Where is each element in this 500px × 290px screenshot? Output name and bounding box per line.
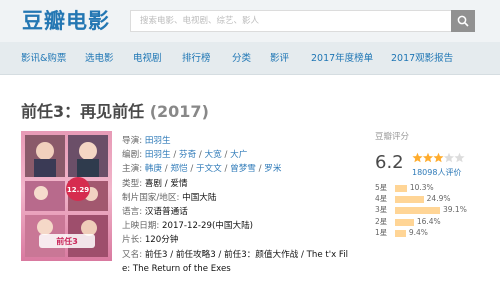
aka-value-continued: e: The Return of the Exes (122, 263, 231, 274)
rating-bar (395, 207, 440, 215)
movie-title: 前任3：再见前任 (21, 102, 145, 121)
writer-link[interactable]: 大广 (230, 150, 247, 160)
main-nav: 影讯&购票 选电影 电视剧 排行榜 分类 影评 2017年度榜单 2017观影报… (0, 42, 500, 75)
rating-star-label: 4星 (375, 194, 388, 204)
runtime-row: 片长: 120分钟 (122, 233, 367, 247)
director-link[interactable]: 田羽生 (145, 136, 171, 146)
language-label: 语言: (122, 206, 143, 217)
rating-percent: 39.1% (443, 205, 467, 215)
movie-info: 导演: 田羽生 编剧: 田羽生 / 芬奇 / 大宽 / 大广 主演: 韩庚 / … (122, 134, 367, 276)
rating-percent: 10.3% (409, 183, 434, 192)
country-value: 中国大陆 (182, 192, 217, 203)
rating-bar (395, 229, 406, 237)
nav-item-annual-report[interactable]: 2017观影报告 (391, 53, 453, 65)
star-icon (443, 152, 455, 163)
rating-bar (395, 218, 414, 226)
search-icon (457, 15, 469, 27)
nav-item-tv[interactable]: 电视剧 (133, 53, 162, 65)
cast-link[interactable]: 郑恺 (170, 164, 187, 174)
star-icon (433, 152, 444, 163)
aka-value: 前任3 / 前任攻略3 / 前任3：颜值大作战 / The t'x Fil (144, 249, 348, 260)
top-header: 豆瓣电影 搜索电影、电视剧、综艺、影人 (0, 0, 500, 42)
runtime-label: 片长: (122, 235, 143, 246)
svg-text:12.29: 12.29 (67, 186, 89, 194)
director-row: 导演: 田羽生 (122, 134, 367, 148)
nav-item-charts[interactable]: 排行榜 (182, 53, 211, 65)
douban-movie-logo[interactable]: 豆瓣电影 (22, 8, 110, 34)
cast-link[interactable]: 韩庚 (145, 164, 162, 174)
writer-link[interactable]: 芬奇 (179, 150, 196, 160)
search-button[interactable] (451, 10, 475, 32)
release-row: 上映日期: 2017-12-29(中国大陆) (122, 219, 367, 233)
search-input[interactable]: 搜索电影、电视剧、综艺、影人 (130, 10, 451, 32)
aka-row-continued: e: The Return of the Exes (122, 262, 367, 276)
aka-label: 又名: (122, 249, 143, 260)
rating-star-label: 3星 (375, 205, 388, 215)
rating-distribution-row: 3星 39.1% (375, 205, 490, 215)
rating-star-label: 1星 (375, 227, 388, 237)
runtime-value: 120分钟 (144, 235, 179, 246)
rating-percent: 16.4% (416, 216, 441, 226)
cast-link[interactable]: 罗米 (264, 164, 281, 174)
rating-percent: 24.9% (426, 194, 451, 204)
rating-stars (412, 152, 465, 163)
genre-value: 喜剧 / 爱情 (144, 178, 188, 189)
nav-item-annual-list[interactable]: 2017年度榜单 (311, 53, 373, 65)
star-icon (422, 152, 434, 163)
cast-row: 主演: 韩庚 / 郑恺 / 于文文 / 曾梦雪 / 罗米 (122, 164, 282, 175)
cast-label: 主演: (122, 164, 143, 175)
rating-percent: 9.4% (408, 227, 428, 237)
nav-item-explore[interactable]: 选电影 (85, 53, 114, 65)
nav-item-tickets[interactable]: 影讯&购票 (21, 53, 66, 65)
country-label: 制片国家/地区: (122, 192, 180, 203)
writer-label: 编剧: (122, 150, 143, 161)
rating-distribution-row: 2星 16.4% (375, 217, 490, 227)
director-label: 导演: (122, 136, 143, 146)
rating-label: 豆瓣评分 (375, 132, 410, 142)
page-title: 前任3：再见前任 (2017) (21, 101, 209, 123)
aka-row: 又名: 前任3 / 前任攻略3 / 前任3：颜值大作战 / The t'x Fi… (122, 248, 367, 262)
genre-label: 类型: (122, 178, 143, 189)
country-row: 制片国家/地区: 中国大陆 (122, 191, 367, 205)
movie-poster[interactable]: 12.29 前任3 (21, 131, 112, 261)
rating-distribution-row: 1星 9.4% (375, 228, 490, 238)
rating-score: 6.2 (375, 152, 404, 173)
rating-bar (395, 185, 407, 192)
rating-star-label: 5星 (375, 183, 388, 192)
language-value: 汉语普通话 (144, 206, 188, 217)
star-icon (454, 152, 465, 163)
language-row: 语言: 汉语普通话 (122, 205, 367, 219)
cast-link[interactable]: 曾梦雪 (230, 164, 256, 174)
nav-item-tags[interactable]: 分类 (232, 53, 251, 65)
writer-link[interactable]: 大宽 (205, 150, 222, 160)
nav-item-reviews[interactable]: 影评 (270, 53, 289, 65)
rating-panel: 豆瓣评分 6.2 18098人评价 5星 10.3% 4星 24.9% 3星 39.1% 2… (375, 131, 490, 237)
movie-year: (2017) (149, 102, 209, 121)
writer-link[interactable]: 田羽生 (145, 150, 171, 160)
writer-row: 编剧: 田羽生 / 芬奇 / 大宽 / 大广 (122, 150, 248, 161)
rating-distribution-row: 4星 24.9% (375, 194, 490, 204)
release-value: 2017-12-29(中国大陆) (162, 221, 254, 232)
cast-link[interactable]: 于文文 (196, 164, 222, 174)
rating-distribution-row: 5星 10.3% (375, 183, 490, 193)
rating-count-link[interactable]: 18098人评价 (412, 168, 461, 178)
rating-star-label: 2星 (375, 216, 388, 226)
svg-text:前任3: 前任3 (56, 236, 78, 246)
star-icon (412, 152, 423, 163)
release-label: 上映日期: (122, 221, 160, 232)
rating-bar (395, 196, 424, 204)
genre-row: 类型: 喜剧 / 爱情 (122, 177, 367, 191)
